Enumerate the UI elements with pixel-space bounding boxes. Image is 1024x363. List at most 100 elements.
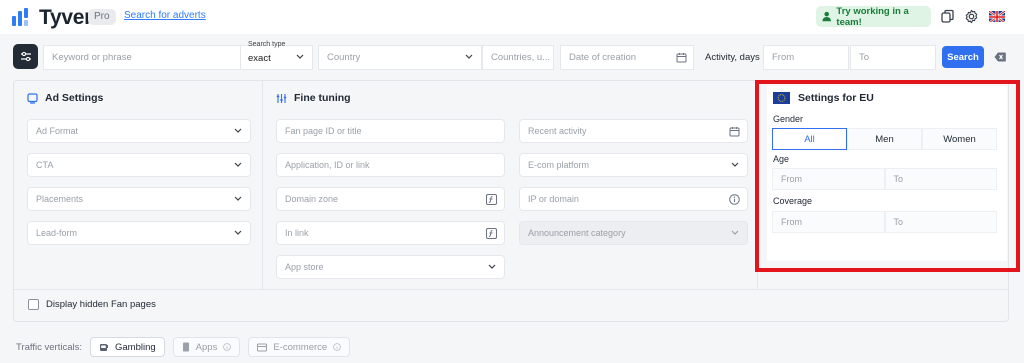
recent-activity-placeholder: Recent activity [528,126,587,136]
try-team-label: Try working in a team! [836,5,909,28]
keyword-input[interactable]: Keyword or phrase [43,45,241,70]
gender-segmented-control: All Men Women [772,128,997,150]
shopping-icon [257,343,268,351]
calendar-icon [676,53,687,63]
gear-icon[interactable] [964,9,979,24]
activity-to-input[interactable]: To [850,45,936,70]
chip-apps-label: Apps [195,341,218,353]
info-icon[interactable] [729,194,740,205]
domain-zone-placeholder: Domain zone [285,194,339,204]
cta-select[interactable]: CTA [27,153,251,177]
application-input[interactable]: Application, ID or link [276,153,505,177]
coverage-range: From To [772,211,997,233]
announcement-category-label: Announcement category [528,228,626,238]
age-from-input[interactable]: From [772,168,885,190]
country-select[interactable]: Country [318,45,482,70]
lead-form-label: Lead-form [36,228,78,238]
chevron-down-icon [234,128,242,133]
coverage-from-input[interactable]: From [772,211,885,233]
fan-page-input[interactable]: Fan page ID or title [276,119,505,143]
gender-men-option[interactable]: Men [847,128,922,150]
chip-gambling[interactable]: Gambling [90,337,165,357]
coverage-label: Coverage [773,196,813,206]
chip-ecommerce[interactable]: E-commerce [248,337,351,357]
activity-to-placeholder: To [859,52,870,63]
tuning-icon [276,93,287,103]
chevron-down-icon [488,264,496,269]
chevron-down-icon [234,196,242,201]
fine-tuning-title: Fine tuning [294,92,351,104]
fine-tuning-header: Fine tuning [276,92,351,104]
calendar-icon [729,127,740,137]
countries-select[interactable]: Countries, u... [482,45,554,70]
ecom-platform-select[interactable]: E-com platform [519,153,748,177]
search-button[interactable]: Search [942,46,984,68]
placements-label: Placements [36,194,84,204]
chip-gambling-label: Gambling [115,341,156,353]
formula-icon [486,228,497,239]
copy-icon[interactable] [940,9,955,24]
chip-apps[interactable]: Apps [172,337,241,357]
in-link-input[interactable]: In link [276,221,505,245]
recent-activity-input[interactable]: Recent activity [519,119,748,143]
coverage-to-input[interactable]: To [884,211,997,233]
gender-all-option[interactable]: All [772,128,847,150]
app-store-label: App store [285,262,324,272]
country-placeholder: Country [327,52,361,63]
display-hidden-fan-pages[interactable]: Display hidden Fan pages [28,299,156,310]
chevron-down-icon [234,230,242,235]
date-of-creation-input[interactable]: Date of creation [560,45,694,70]
age-range: From To [772,168,997,190]
activity-from-placeholder: From [772,52,795,63]
search-type-value: exact [248,53,271,64]
keyword-placeholder: Keyword or phrase [52,52,132,63]
gender-women-option[interactable]: Women [922,128,997,150]
age-to-input[interactable]: To [884,168,997,190]
chevron-down-icon [465,54,473,59]
logo[interactable]: Tyver [12,6,92,30]
chip-ecommerce-label: E-commerce [273,341,328,353]
formula-icon [486,194,497,205]
chevron-down-icon [296,54,304,59]
column-divider [262,81,263,289]
monitor-icon [27,92,38,104]
phone-icon [182,342,189,352]
ad-settings-header: Ad Settings [27,92,103,104]
fan-page-placeholder: Fan page ID or title [285,126,362,136]
eu-settings-header: Settings for EU [773,92,874,104]
eu-settings-panel: Settings for EU Gender All Men Women Age… [767,86,1007,261]
cta-label: CTA [36,160,54,170]
chevron-down-icon [234,162,242,167]
eu-settings-title: Settings for EU [798,92,874,104]
uk-flag-icon[interactable] [989,10,1005,22]
search-type-label: Search type [248,41,286,48]
ad-format-select[interactable]: Ad Format [27,119,251,143]
announcement-category-select[interactable]: Announcement category [519,221,748,245]
placements-select[interactable]: Placements [27,187,251,211]
ecom-platform-label: E-com platform [528,160,590,170]
try-team-button[interactable]: Try working in a team! [816,5,931,28]
filter-row: Keyword or phrase Search type exact Coun… [0,40,1024,76]
application-placeholder: Application, ID or link [285,160,370,170]
clear-filters-icon[interactable] [994,52,1006,62]
app-store-select[interactable]: App store [276,255,505,279]
activity-days-label: Activity, days [705,52,760,63]
slot-machine-icon [100,344,108,351]
filters-toggle-button[interactable] [13,44,38,69]
chevron-down-icon [731,162,739,167]
gender-label: Gender [773,114,804,124]
display-hidden-checkbox[interactable] [28,299,39,310]
sliders-icon [20,51,31,62]
lead-form-select[interactable]: Lead-form [27,221,251,245]
domain-zone-input[interactable]: Domain zone [276,187,505,211]
chevron-down-icon [731,230,739,235]
ip-or-domain-input[interactable]: IP or domain [519,187,748,211]
eu-flag-icon [773,92,790,104]
in-link-placeholder: In link [285,228,309,238]
display-hidden-label: Display hidden Fan pages [46,299,156,310]
panel-divider [14,289,1008,290]
traffic-verticals-label: Traffic verticals: [16,341,82,353]
traffic-verticals: Traffic verticals: Gambling Apps E-comme… [16,337,351,357]
search-for-adverts-link[interactable]: Search for adverts [124,10,206,21]
activity-from-input[interactable]: From [763,45,849,70]
